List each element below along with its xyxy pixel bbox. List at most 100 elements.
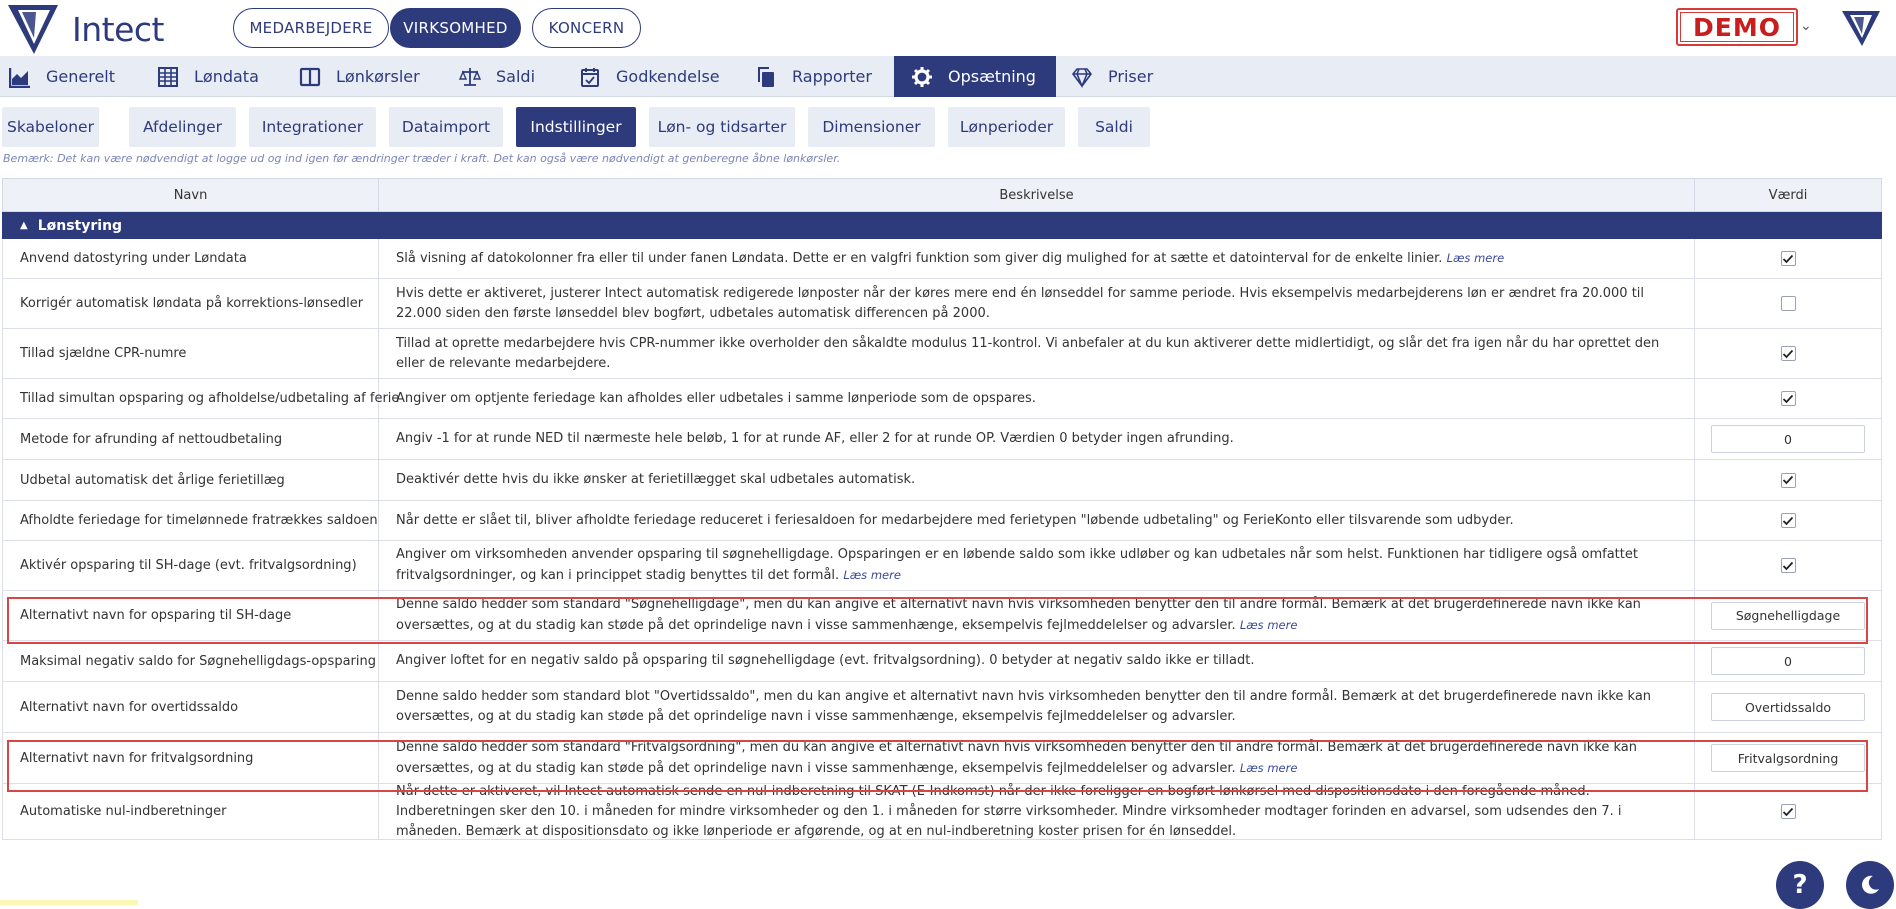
setting-input[interactable]: Søgnehelligdage [1711,601,1865,630]
setting-row: Aktivér opsparing til SH-dage (evt. frit… [2,541,1882,591]
chart-area-icon [8,65,32,89]
setting-name: Anvend datostyring under Løndata [3,239,379,278]
subtab-dimensioner[interactable]: Dimensioner [808,107,935,147]
read-more-link[interactable]: Læs mere [1447,251,1505,265]
description-content: Angiver om virksomheden anvender opspari… [396,545,1680,586]
subtab-dataimport[interactable]: Dataimport [389,107,503,147]
tab-label: Rapporter [792,67,872,86]
demo-badge[interactable]: DEMO [1676,8,1798,46]
tab-generelt[interactable]: Generelt [0,56,150,97]
settings-grid: Navn Beskrivelse Værdi ▲ Lønstyring Anve… [2,178,1882,840]
setting-description: Hvis dette er aktiveret, justerer Intect… [379,279,1695,328]
description-content: Denne saldo hedder som standard "Fritval… [396,738,1680,779]
setting-checkbox[interactable] [1780,513,1796,528]
subtab-integrationer[interactable]: Integrationer [249,107,376,147]
description-content: Når dette er slået til, bliver afholdte … [396,511,1514,531]
setting-input[interactable]: Overtidssaldo [1711,693,1865,721]
setting-checkbox[interactable] [1780,251,1796,266]
setting-checkbox[interactable] [1780,472,1796,488]
pill-koncern[interactable]: KONCERN [532,8,641,48]
column-header-value[interactable]: Værdi [1695,179,1881,211]
setting-description: Tillad at oprette medarbejdere hvis CPR-… [379,329,1695,378]
tab-godkendelse[interactable]: Godkendelse [570,56,740,97]
description-content: Angiv -1 for at runde NED til nærmeste h… [396,429,1234,449]
subtab-lonperioder[interactable]: Lønperioder [948,107,1065,147]
top-header: Intect MEDARBEJDERE VIRKSOMHED KONCERN D… [0,0,1896,56]
setting-checkbox[interactable] [1780,391,1796,406]
setting-value-cell: Søgnehelligdage [1695,591,1881,640]
tab-rapporter[interactable]: Rapporter [740,56,894,97]
setting-description-text: Deaktivér dette hvis du ikke ønsker at f… [396,472,916,487]
subtab-afdelinger[interactable]: Afdelinger [129,107,236,147]
chevron-down-icon[interactable]: ⌄ [1800,18,1812,34]
setting-checkbox[interactable] [1780,346,1796,361]
setting-value-cell [1695,379,1881,418]
setting-description-text: Denne saldo hedder som standard "Søgnehe… [396,597,1641,633]
description-content: Deaktivér dette hvis du ikke ønsker at f… [396,470,915,490]
setting-description: Angiver om virksomheden anvender opspari… [379,541,1695,590]
setting-checkbox[interactable] [1780,804,1796,819]
description-content: Denne saldo hedder som standard "Søgnehe… [396,595,1680,636]
setting-checkbox[interactable] [1780,558,1796,573]
scale-icon [458,65,482,89]
setting-description-text: Angiver om virksomheden anvender opspari… [396,547,1638,583]
pill-virksomhed[interactable]: VIRKSOMHED [390,8,521,48]
setting-row: Maksimal negativ saldo for Søgnehelligda… [2,641,1882,682]
setting-row: Udbetal automatisk det årlige ferietillæ… [2,460,1882,501]
setting-name: Aktivér opsparing til SH-dage (evt. frit… [3,541,379,590]
setting-name: Automatiske nul-indberetninger [3,784,379,839]
table-grid-icon [156,65,180,89]
subtab-saldi[interactable]: Saldi [1078,107,1150,147]
columns-icon [298,65,322,89]
description-content: Slå visning af datokolonner fra eller ti… [396,248,1504,269]
read-more-link[interactable]: Læs mere [1240,761,1298,775]
gear-icon [910,65,934,89]
setting-row: Afholdte feriedage for timelønnede fratr… [2,501,1882,541]
help-button[interactable]: ? [1776,861,1824,909]
subtab-lon-og-tidsarter[interactable]: Løn- og tidsarter [649,107,795,147]
pill-medarbejdere[interactable]: MEDARBEJDERE [233,8,389,48]
subtab-indstillinger[interactable]: Indstillinger [516,107,636,147]
tab-londata[interactable]: Løndata [150,56,290,97]
setting-input[interactable]: 0 [1711,425,1865,453]
tab-priser[interactable]: Priser [1056,56,1166,97]
setting-value-cell [1695,460,1881,500]
setting-name: Alternativt navn for opsparing til SH-da… [3,591,379,640]
setting-value-cell: Fritvalgsordning [1695,733,1881,783]
tab-saldi[interactable]: Saldi [450,56,570,97]
setting-name: Tillad sjældne CPR-numre [3,329,379,378]
intect-logo[interactable]: Intect [4,2,174,56]
tab-lonkorsler[interactable]: Lønkørsler [290,56,450,97]
setting-description: Denne saldo hedder som standard "Fritval… [379,733,1695,783]
demo-label: DEMO [1680,12,1794,42]
settings-note: Bemærk: Det kan være nødvendigt at logge… [3,152,841,165]
description-content: Denne saldo hedder som standard blot "Ov… [396,687,1680,727]
read-more-link[interactable]: Læs mere [1240,618,1298,632]
setting-name: Metode for afrunding af nettoudbetaling [3,419,379,459]
setting-description: Angiv -1 for at runde NED til nærmeste h… [379,419,1695,459]
setting-value-cell [1695,541,1881,590]
read-more-link[interactable]: Læs mere [843,568,901,582]
setting-description-text: Slå visning af datokolonner fra eller ti… [396,251,1443,266]
setting-input[interactable]: Fritvalgsordning [1711,744,1865,772]
setting-checkbox[interactable] [1780,296,1796,311]
setting-description: Når dette er aktiveret, vil Intect autom… [379,784,1695,839]
checkmark-icon [1782,807,1794,816]
group-header-lonstyring[interactable]: ▲ Lønstyring [2,212,1882,239]
setting-input[interactable]: 0 [1711,647,1865,675]
setting-description: Denne saldo hedder som standard blot "Ov… [379,682,1695,732]
column-header-name[interactable]: Navn [3,179,379,211]
tab-label: Saldi [496,67,536,86]
tab-opsaetning[interactable]: Opsætning [894,56,1056,97]
setting-name: Alternativt navn for fritvalgsordning [3,733,379,783]
subtab-skabeloner[interactable]: Skabeloner [2,107,99,147]
column-header-description[interactable]: Beskrivelse [379,179,1695,211]
description-content: Når dette er aktiveret, vil Intect autom… [396,782,1680,842]
setting-description: Slå visning af datokolonner fra eller ti… [379,239,1695,278]
checkmark-icon [1782,561,1794,570]
dark-mode-button[interactable] [1846,861,1894,909]
setting-row: Alternativt navn for overtidssaldo Denne … [2,682,1882,733]
setting-description: Angiver loftet for en negativ saldo på o… [379,641,1695,681]
setting-description-text: Denne saldo hedder som standard blot "Ov… [396,689,1652,724]
account-menu[interactable] [1838,8,1884,48]
